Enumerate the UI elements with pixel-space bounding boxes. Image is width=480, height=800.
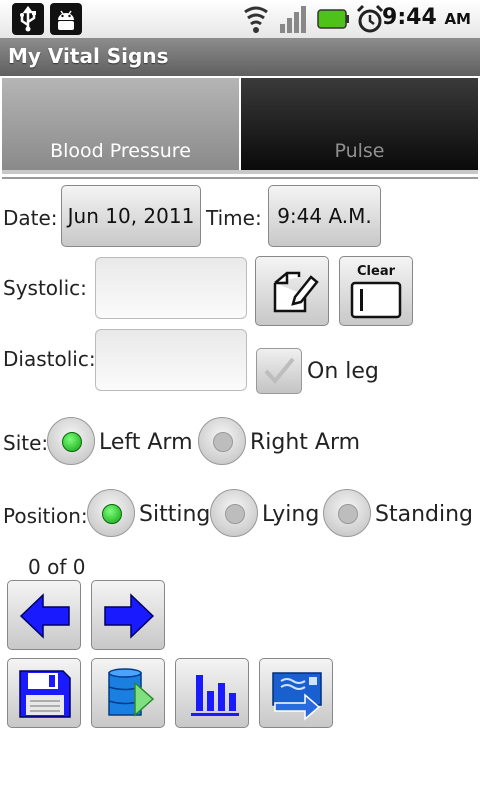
position-lying-label: Lying <box>262 502 320 527</box>
send-icon <box>272 672 322 721</box>
arrow-left-icon <box>19 593 70 639</box>
status-bar: 9:44 AM <box>0 0 480 38</box>
next-record-button[interactable] <box>91 580 165 650</box>
wifi-icon <box>242 4 270 34</box>
checkmark-icon <box>264 357 295 385</box>
on-leg-checkbox[interactable] <box>256 348 302 394</box>
tab-divider-shadow <box>2 177 478 179</box>
clear-field-icon <box>350 281 402 319</box>
app-title: My Vital Signs <box>8 44 169 68</box>
clear-button-label: Clear <box>357 264 395 279</box>
signal-icon <box>278 4 310 34</box>
radio-dot <box>213 432 233 452</box>
position-lying-radio[interactable] <box>210 489 258 537</box>
radio-dot <box>225 504 245 524</box>
save-button[interactable] <box>7 658 81 728</box>
arrow-right-icon <box>104 593 155 639</box>
app-title-bar: My Vital Signs <box>0 38 480 76</box>
clear-button[interactable]: Clear <box>339 256 413 326</box>
systolic-label: Systolic: <box>3 276 87 300</box>
position-sitting-label: Sitting <box>139 502 211 527</box>
usb-icon <box>12 3 44 35</box>
time-label: Time: <box>206 206 262 230</box>
radio-dot <box>338 504 358 524</box>
database-export-button[interactable] <box>91 658 165 728</box>
position-label: Position: <box>3 504 88 528</box>
site-right-arm-radio[interactable] <box>198 417 246 465</box>
diastolic-input[interactable] <box>95 329 247 391</box>
systolic-input[interactable] <box>95 257 247 319</box>
edit-button[interactable] <box>255 256 329 326</box>
diastolic-label: Diastolic: <box>3 347 96 371</box>
time-button[interactable]: 9:44 A.M. <box>268 185 381 247</box>
date-button[interactable]: Jun 10, 2011 <box>61 185 201 247</box>
tab-blood-pressure[interactable]: Blood Pressure <box>2 78 239 170</box>
tab-divider <box>2 170 478 174</box>
tab-label: Pulse <box>334 140 385 162</box>
record-counter: 0 of 0 <box>28 555 86 579</box>
date-label: Date: <box>3 206 58 230</box>
position-standing-radio[interactable] <box>323 489 371 537</box>
bar-chart-icon <box>191 675 239 716</box>
android-debug-icon <box>50 3 82 35</box>
position-sitting-radio[interactable] <box>87 489 135 537</box>
edit-icon <box>273 271 319 313</box>
send-button[interactable] <box>259 658 333 728</box>
status-clock: 9:44 AM <box>382 5 471 30</box>
radio-dot <box>102 504 122 524</box>
tab-label: Blood Pressure <box>50 140 191 162</box>
site-right-arm-label: Right Arm <box>250 430 361 455</box>
chart-button[interactable] <box>175 658 249 728</box>
position-standing-label: Standing <box>375 502 474 527</box>
tab-pulse[interactable]: Pulse <box>241 78 478 170</box>
previous-record-button[interactable] <box>7 580 81 650</box>
radio-dot <box>62 432 82 452</box>
battery-icon <box>316 6 350 32</box>
on-leg-label: On leg <box>307 359 379 384</box>
site-left-arm-label: Left Arm <box>99 430 193 455</box>
database-export-icon <box>108 668 155 717</box>
site-label: Site: <box>3 431 49 455</box>
save-icon <box>19 670 71 718</box>
site-left-arm-radio[interactable] <box>47 417 95 465</box>
